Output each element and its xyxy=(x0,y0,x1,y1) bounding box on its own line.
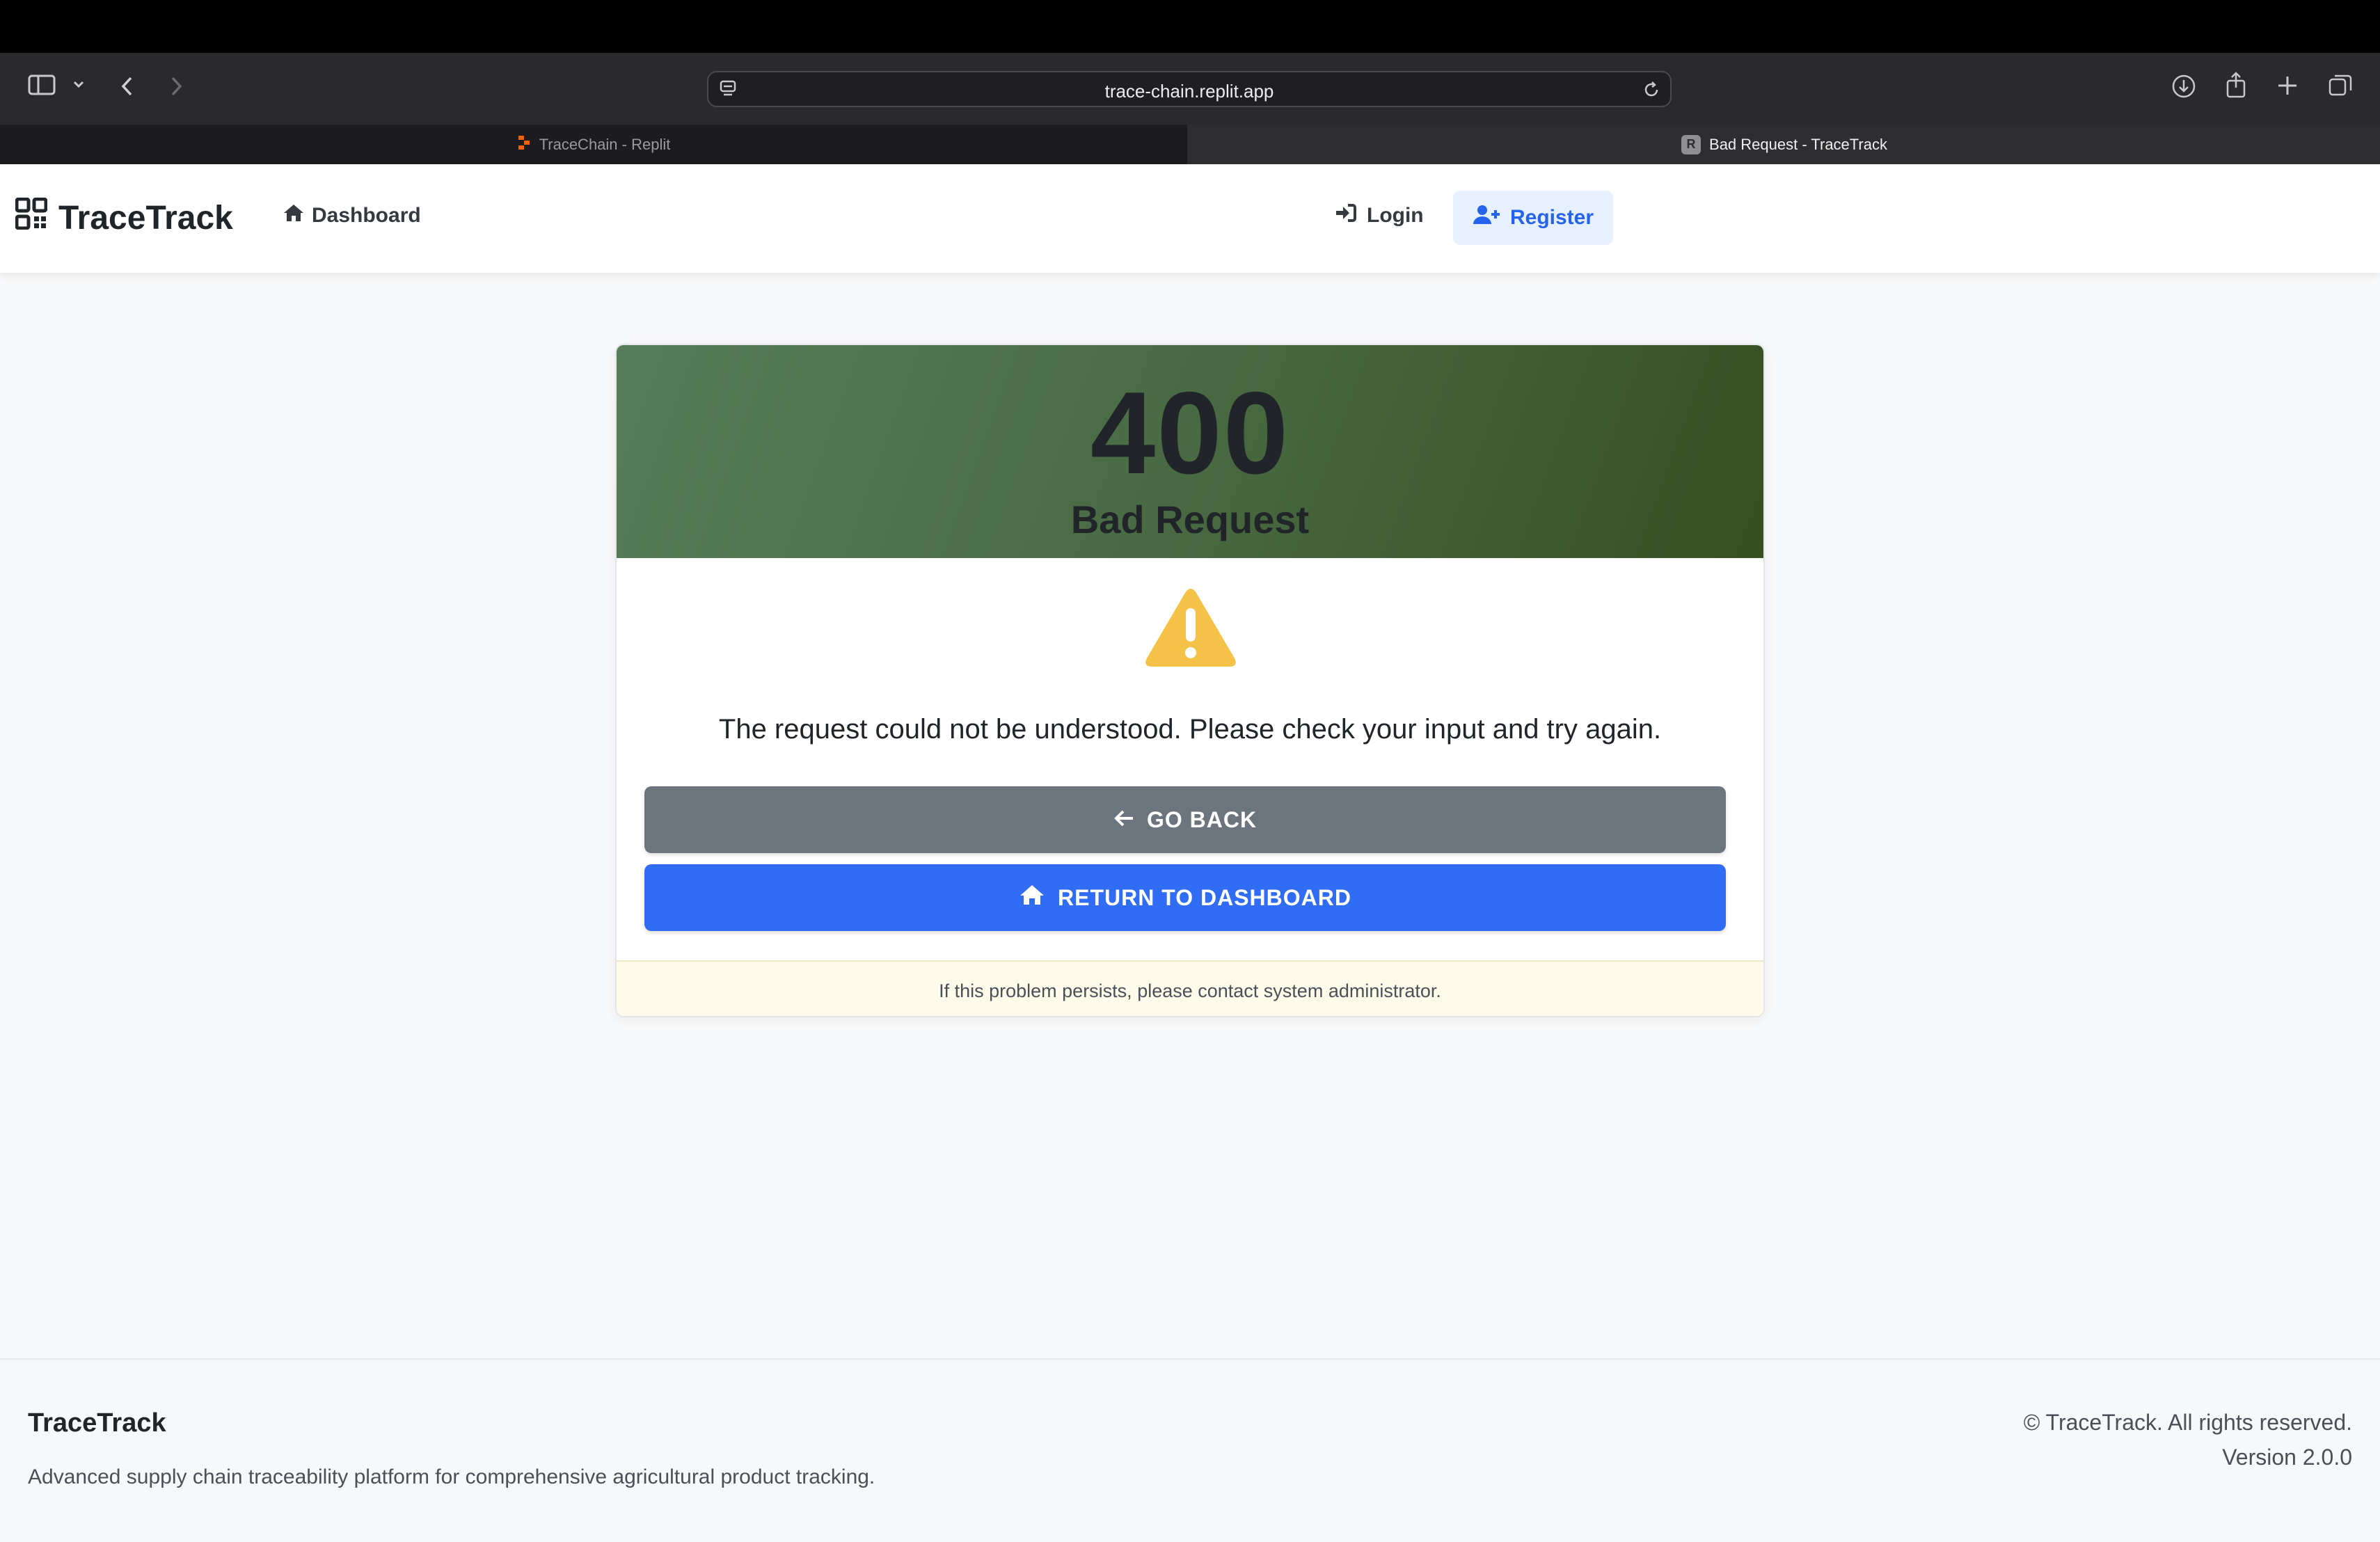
screen-top-bar xyxy=(0,0,2380,53)
forward-arrow-icon[interactable] xyxy=(168,75,184,101)
brand-logo[interactable]: TraceTrack xyxy=(15,197,233,238)
footer-copyright: © TraceTrack. All rights reserved. xyxy=(2023,1410,2352,1435)
brand-name: TraceTrack xyxy=(58,199,233,237)
browser-toolbar: trace-chain.replit.app xyxy=(0,53,2380,125)
tab-overview-icon[interactable] xyxy=(2327,72,2354,102)
chevron-down-icon[interactable] xyxy=(72,79,85,93)
new-tab-icon[interactable] xyxy=(2276,74,2299,101)
arrow-left-icon xyxy=(1113,807,1134,833)
tab-bad-request[interactable]: R Bad Request - TraceTrack xyxy=(1189,125,2380,164)
tab-label: TraceChain - Replit xyxy=(539,135,671,153)
error-title: Bad Request xyxy=(1070,498,1310,541)
reload-icon[interactable] xyxy=(1641,79,1662,104)
page-footer: TraceTrack Advanced supply chain traceab… xyxy=(0,1358,2380,1542)
go-back-button[interactable]: GO BACK xyxy=(644,786,1726,853)
error-code: 400 xyxy=(1090,367,1290,498)
nav-register-label: Register xyxy=(1509,206,1594,229)
nav-dashboard-label: Dashboard xyxy=(312,204,421,227)
return-to-dashboard-label: RETURN TO DASHBOARD xyxy=(1058,884,1351,910)
nav-login-link[interactable]: Login xyxy=(1335,203,1424,228)
warning-icon xyxy=(1144,587,1237,669)
sidebar-toggle-icon[interactable] xyxy=(28,74,56,100)
go-back-label: GO BACK xyxy=(1146,806,1258,832)
home-icon xyxy=(1019,884,1045,912)
error-card-footer: If this problem persists, please contact… xyxy=(617,960,1763,1016)
tab-favicon: R xyxy=(1681,134,1701,154)
nav-register-button[interactable]: Register xyxy=(1453,191,1613,245)
downloads-icon[interactable] xyxy=(2171,74,2196,102)
nav-dashboard-link[interactable]: Dashboard xyxy=(283,203,421,228)
nav-login-label: Login xyxy=(1367,204,1424,227)
sign-in-icon xyxy=(1335,203,1357,228)
tab-tracechain-replit[interactable]: TraceChain - Replit xyxy=(0,125,1187,164)
error-card: 400 Bad Request The request could not be… xyxy=(615,344,1765,1017)
share-icon[interactable] xyxy=(2224,71,2248,102)
error-message: The request could not be understood. Ple… xyxy=(718,714,1662,745)
address-bar[interactable]: trace-chain.replit.app xyxy=(707,71,1672,107)
home-icon xyxy=(283,203,305,228)
footer-brand: TraceTrack xyxy=(28,1408,166,1438)
user-plus-icon xyxy=(1473,205,1500,231)
return-to-dashboard-button[interactable]: RETURN TO DASHBOARD xyxy=(644,864,1726,931)
tab-label: Bad Request - TraceTrack xyxy=(1709,135,1887,153)
replit-icon xyxy=(517,134,531,155)
error-card-header: 400 Bad Request xyxy=(617,345,1763,558)
url-text[interactable]: trace-chain.replit.app xyxy=(708,81,1670,102)
footer-description: Advanced supply chain traceability platf… xyxy=(28,1465,875,1488)
qrcode-icon xyxy=(15,197,48,238)
app-navbar: TraceTrack Dashboard Login Register xyxy=(0,164,2380,273)
footer-version: Version 2.0.0 xyxy=(2222,1445,2352,1470)
tab-strip: TraceChain - Replit R Bad Request - Trac… xyxy=(0,125,2380,164)
back-arrow-icon[interactable] xyxy=(120,75,135,101)
